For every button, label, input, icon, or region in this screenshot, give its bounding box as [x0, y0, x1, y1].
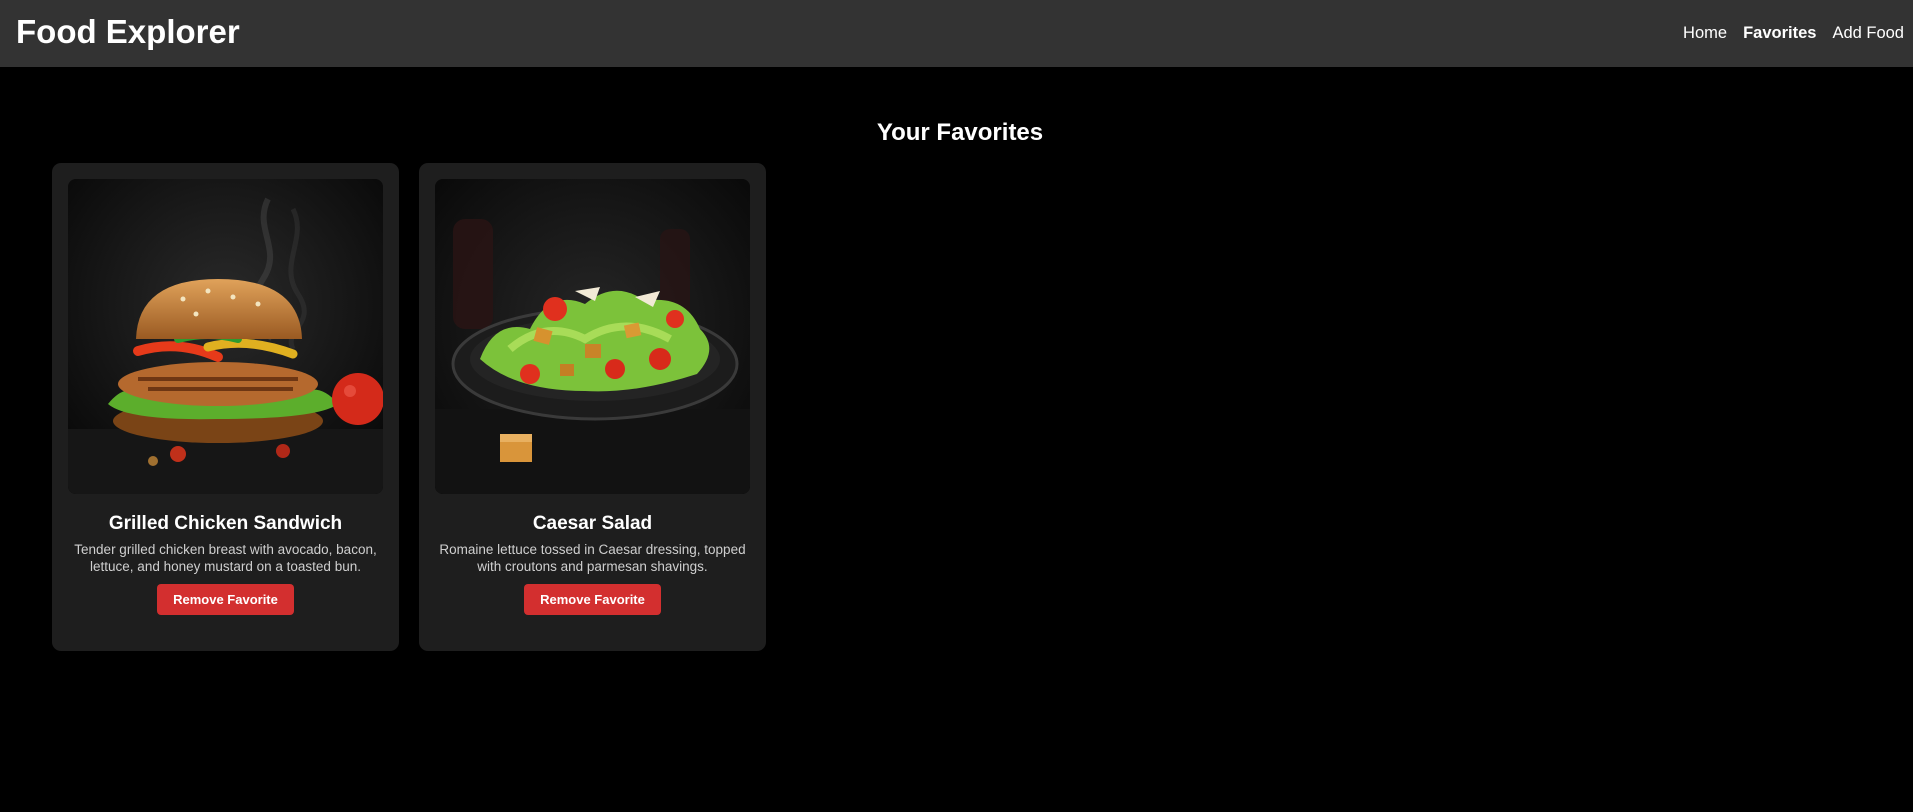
favorite-card: Grilled Chicken Sandwich Tender grilled …	[52, 163, 399, 651]
favorite-card: Caesar Salad Romaine lettuce tossed in C…	[419, 163, 766, 651]
nav-link-favorites[interactable]: Favorites	[1743, 24, 1816, 43]
remove-favorite-button[interactable]: Remove Favorite	[524, 584, 661, 615]
favorites-grid: Grilled Chicken Sandwich Tender grilled …	[52, 163, 766, 651]
nav-link-add-food[interactable]: Add Food	[1832, 24, 1904, 43]
food-description: Tender grilled chicken breast with avoca…	[74, 542, 377, 574]
food-name: Grilled Chicken Sandwich	[108, 513, 343, 534]
top-navbar: Food Explorer Home Favorites Add Food	[0, 0, 1913, 67]
main-nav: Home Favorites Add Food	[1683, 0, 1913, 67]
page-title: Your Favorites	[876, 118, 1044, 146]
remove-favorite-button[interactable]: Remove Favorite	[157, 584, 294, 615]
caesar-salad-photo	[435, 179, 750, 494]
nav-link-home[interactable]: Home	[1683, 24, 1727, 43]
app-title: Food Explorer	[16, 13, 240, 50]
food-name: Caesar Salad	[532, 513, 653, 534]
food-description: Romaine lettuce tossed in Caesar dressin…	[439, 542, 746, 574]
grilled-chicken-sandwich-photo	[68, 179, 383, 494]
